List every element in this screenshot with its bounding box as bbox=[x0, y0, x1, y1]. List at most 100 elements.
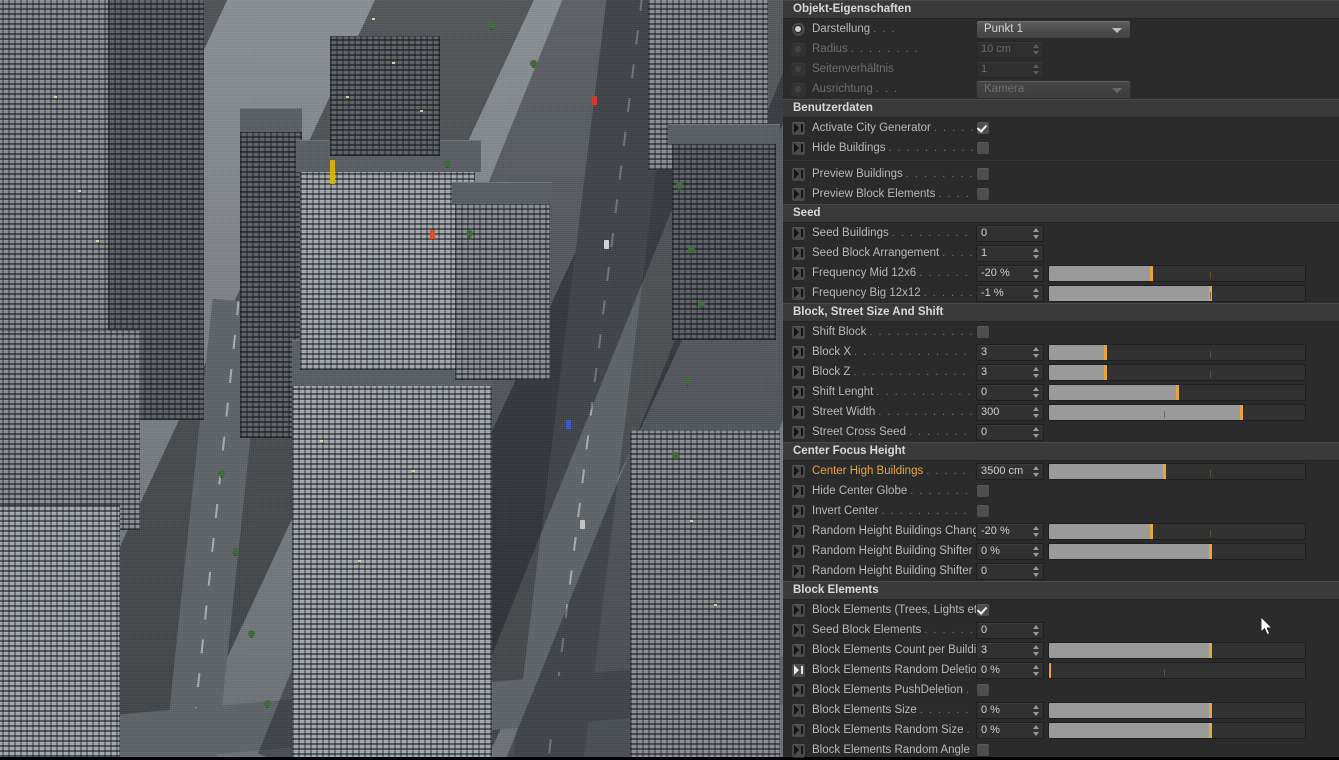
keyframe-icon[interactable] bbox=[791, 504, 806, 519]
slider-center-high-buildings[interactable] bbox=[1048, 463, 1306, 480]
property-row-block-elements-size[interactable]: Block Elements Size. . . . . . . . . . .… bbox=[783, 700, 1339, 720]
property-row-random-height-building-shifter-seed[interactable]: Random Height Building Shifter Seed0 bbox=[783, 561, 1339, 581]
property-row-frequency-mid-12x6[interactable]: Frequency Mid 12x6. . . . . . . . . . . … bbox=[783, 263, 1339, 283]
spinner-street-cross-seed[interactable] bbox=[1033, 426, 1040, 439]
number-input-seed-block-elements[interactable]: 0 bbox=[976, 622, 1044, 639]
property-row-radius[interactable]: Radius. . . . . . . .10 cm bbox=[783, 39, 1339, 59]
number-input-random-height-building-shifter[interactable]: 0 % bbox=[976, 543, 1044, 560]
keyframe-icon[interactable] bbox=[791, 246, 806, 261]
slider-block-elements-random-size[interactable] bbox=[1048, 722, 1306, 739]
slider-handle[interactable] bbox=[1104, 345, 1107, 360]
property-row-hide-buildings[interactable]: Hide Buildings. . . . . . . . . . . . . … bbox=[783, 138, 1339, 158]
slider-handle[interactable] bbox=[1104, 365, 1107, 380]
number-input-frequency-mid-12x6[interactable]: -20 % bbox=[976, 265, 1044, 282]
checkbox-preview-buildings[interactable] bbox=[976, 167, 990, 181]
slider-handle[interactable] bbox=[1150, 266, 1153, 281]
number-input-seed-buildings[interactable]: 0 bbox=[976, 225, 1044, 242]
spinner-seed-block-arrangement[interactable] bbox=[1033, 247, 1040, 260]
keyframe-icon[interactable] bbox=[791, 385, 806, 400]
checkbox-block-elements-pushdeletion[interactable] bbox=[976, 683, 990, 697]
spinner-random-height-building-shifter-seed[interactable] bbox=[1033, 565, 1040, 578]
checkbox-activate-city-generator[interactable] bbox=[976, 121, 990, 135]
spinner-frequency-mid-12x6[interactable] bbox=[1033, 267, 1040, 280]
number-input-block-x[interactable]: 3 bbox=[976, 344, 1044, 361]
property-row-random-height-buildings-changer[interactable]: Random Height Buildings Changer. . . .-2… bbox=[783, 521, 1339, 541]
spinner-block-elements-random-size[interactable] bbox=[1033, 724, 1040, 737]
keyframe-icon[interactable] bbox=[791, 266, 806, 281]
keyframe-icon[interactable] bbox=[791, 703, 806, 718]
slider-shift-lenght[interactable] bbox=[1048, 384, 1306, 401]
slider-handle[interactable] bbox=[1209, 643, 1212, 658]
number-input-center-high-buildings[interactable]: 3500 cm bbox=[976, 463, 1044, 480]
number-input-block-elements-count-per-buildingside[interactable]: 3 bbox=[976, 642, 1044, 659]
property-row-block-elements-random-deletion[interactable]: Block Elements Random Deletion. . . . .0… bbox=[783, 660, 1339, 680]
property-row-center-high-buildings[interactable]: Center High Buildings. . . . . . . . . .… bbox=[783, 461, 1339, 481]
spinner-random-height-building-shifter[interactable] bbox=[1033, 545, 1040, 558]
number-input-block-z[interactable]: 3 bbox=[976, 364, 1044, 381]
slider-handle[interactable] bbox=[1240, 405, 1243, 420]
keyframe-icon[interactable] bbox=[791, 365, 806, 380]
keyframe-icon[interactable] bbox=[791, 603, 806, 618]
keyframe-icon[interactable] bbox=[791, 464, 806, 479]
property-row-block-x[interactable]: Block X. . . . . . . . . . . . . . . . .… bbox=[783, 342, 1339, 362]
number-input-block-elements-random-size[interactable]: 0 % bbox=[976, 722, 1044, 739]
spinner-shift-lenght[interactable] bbox=[1033, 386, 1040, 399]
number-input-random-height-building-shifter-seed[interactable]: 0 bbox=[976, 563, 1044, 580]
property-row-seed-block-arrangement[interactable]: Seed Block Arrangement. . . . . . . . . … bbox=[783, 243, 1339, 263]
checkbox-shift-block[interactable] bbox=[976, 325, 990, 339]
spinner-seed-block-elements[interactable] bbox=[1033, 624, 1040, 637]
slider-block-elements-count-per-buildingside[interactable] bbox=[1048, 642, 1306, 659]
number-input-seitenverhaeltnis[interactable]: 1 bbox=[976, 61, 1044, 78]
property-row-invert-center[interactable]: Invert Center. . . . . . . . . . . . . .… bbox=[783, 501, 1339, 521]
keyframe-icon[interactable] bbox=[791, 325, 806, 340]
dropdown-ausrichtung[interactable]: Kamera bbox=[976, 80, 1131, 99]
number-input-street-width[interactable]: 300 bbox=[976, 404, 1044, 421]
spinner-block-elements-count-per-buildingside[interactable] bbox=[1033, 644, 1040, 657]
property-row-hide-center-globe[interactable]: Hide Center Globe. . . . . . . . . . . .… bbox=[783, 481, 1339, 501]
slider-handle[interactable] bbox=[1163, 464, 1166, 479]
checkbox-block-elements-trees-lights[interactable] bbox=[976, 603, 990, 617]
keyframe-icon[interactable] bbox=[791, 405, 806, 420]
property-row-shift-block[interactable]: Shift Block. . . . . . . . . . . . . . .… bbox=[783, 322, 1339, 342]
3d-city-render-viewport[interactable] bbox=[0, 0, 783, 757]
checkbox-hide-center-globe[interactable] bbox=[976, 484, 990, 498]
slider-block-elements-size[interactable] bbox=[1048, 702, 1306, 719]
slider-handle[interactable] bbox=[1209, 544, 1212, 559]
property-row-preview-block-elements[interactable]: Preview Block Elements. . . . . . . . . … bbox=[783, 184, 1339, 204]
keyframe-icon[interactable] bbox=[791, 286, 806, 301]
keyframe-icon[interactable] bbox=[791, 723, 806, 738]
keyframe-set-icon[interactable] bbox=[791, 663, 806, 678]
slider-random-height-buildings-changer[interactable] bbox=[1048, 523, 1306, 540]
checkbox-hide-buildings[interactable] bbox=[976, 141, 990, 155]
keyframe-icon[interactable] bbox=[791, 425, 806, 440]
property-row-frequency-big-12x12[interactable]: Frequency Big 12x12. . . . . . . . . . .… bbox=[783, 283, 1339, 303]
property-row-seitenverhaeltnis[interactable]: Seitenverhältnis1 bbox=[783, 59, 1339, 79]
keyframe-icon[interactable] bbox=[791, 564, 806, 579]
spinner-block-elements-random-deletion[interactable] bbox=[1033, 664, 1040, 677]
number-input-shift-lenght[interactable]: 0 bbox=[976, 384, 1044, 401]
property-row-shift-lenght[interactable]: Shift Lenght. . . . . . . . . . . . . . … bbox=[783, 382, 1339, 402]
keyframe-icon[interactable] bbox=[791, 643, 806, 658]
slider-street-width[interactable] bbox=[1048, 404, 1306, 421]
keyframe-icon[interactable] bbox=[791, 623, 806, 638]
spinner-seitenverhaeltnis[interactable] bbox=[1033, 63, 1040, 76]
property-row-block-elements-random-size[interactable]: Block Elements Random Size. . . . . . . … bbox=[783, 720, 1339, 740]
dropdown-darstellung[interactable]: Punkt 1 bbox=[976, 20, 1131, 39]
slider-handle[interactable] bbox=[1209, 723, 1212, 738]
number-input-street-cross-seed[interactable]: 0 bbox=[976, 424, 1044, 441]
radio-dim-icon[interactable] bbox=[791, 62, 806, 77]
property-row-seed-block-elements[interactable]: Seed Block Elements. . . . . . . . . . .… bbox=[783, 620, 1339, 640]
slider-block-x[interactable] bbox=[1048, 344, 1306, 361]
checkbox-preview-block-elements[interactable] bbox=[976, 187, 990, 201]
keyframe-icon[interactable] bbox=[791, 345, 806, 360]
spinner-center-high-buildings[interactable] bbox=[1033, 465, 1040, 478]
radio-dim-icon[interactable] bbox=[791, 42, 806, 57]
slider-handle[interactable] bbox=[1048, 663, 1051, 678]
slider-block-z[interactable] bbox=[1048, 364, 1306, 381]
slider-handle[interactable] bbox=[1150, 524, 1153, 539]
slider-block-elements-random-deletion[interactable] bbox=[1048, 662, 1306, 679]
keyframe-icon[interactable] bbox=[791, 544, 806, 559]
spinner-radius[interactable] bbox=[1033, 43, 1040, 56]
number-input-radius[interactable]: 10 cm bbox=[976, 41, 1044, 58]
number-input-block-elements-size[interactable]: 0 % bbox=[976, 702, 1044, 719]
